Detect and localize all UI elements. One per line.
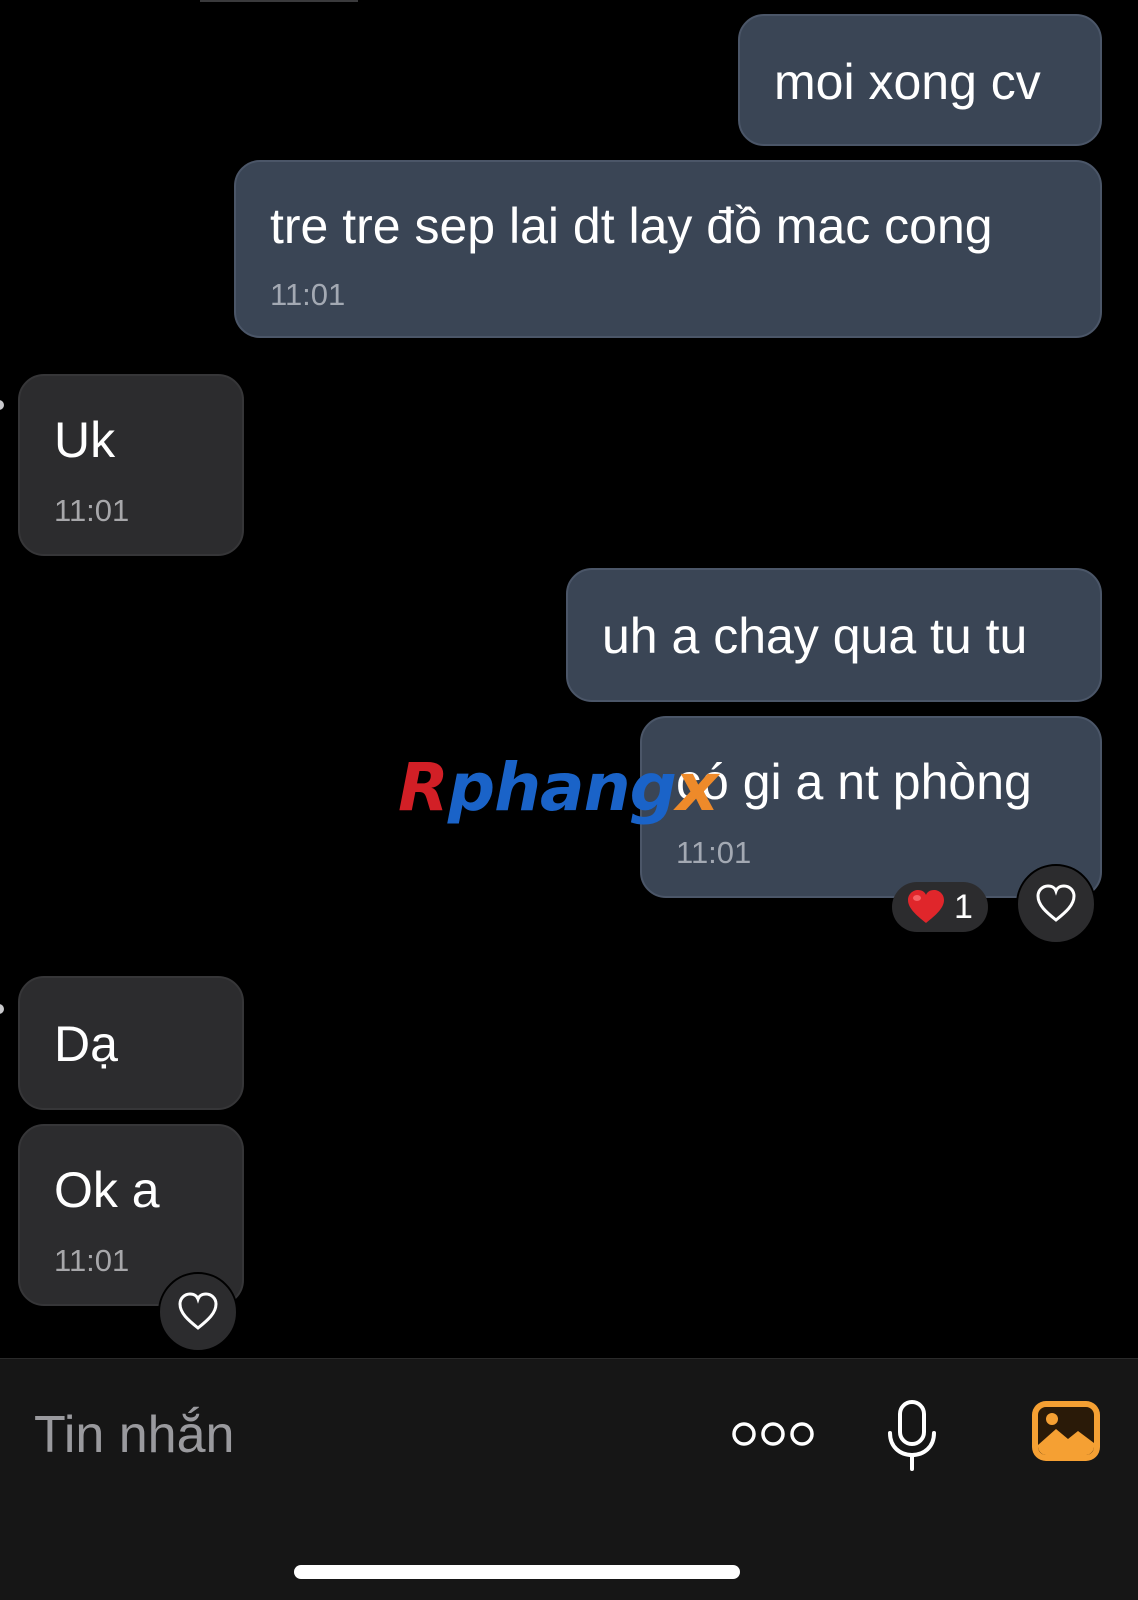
message-bubble-outgoing[interactable]: tre tre sep lai dt lay đồ mac cong 11:01 [234, 160, 1102, 338]
heart-outline-icon [1034, 884, 1078, 924]
photo-icon[interactable] [1030, 1399, 1102, 1463]
message-text: Uk [54, 412, 116, 468]
home-indicator[interactable] [294, 1565, 740, 1579]
message-composer: Tin nhắn [0, 1358, 1138, 1600]
red-heart-icon [906, 889, 946, 925]
heart-outline-icon [176, 1292, 220, 1332]
watermark-part: R [398, 749, 449, 826]
message-reaction-badge[interactable]: 1 [892, 882, 988, 932]
message-bubble-incoming[interactable]: Uk 11:01 [18, 374, 244, 556]
watermark-part: x [675, 749, 719, 826]
message-list[interactable]: moi xong cv tre tre sep lai dt lay đồ ma… [0, 0, 1138, 1358]
watermark-logo: Rphangx [398, 749, 719, 826]
message-bubble-outgoing[interactable]: uh a chay qua tu tu [566, 568, 1102, 702]
message-timestamp: 11:01 [54, 493, 130, 528]
message-text: uh a chay qua tu tu [602, 608, 1028, 664]
message-text: tre tre sep lai dt lay đồ mac cong [270, 198, 993, 254]
message-bubble-incoming[interactable]: Dạ [18, 976, 244, 1110]
watermark-part: phang [447, 749, 677, 826]
message-text: moi xong cv [774, 54, 1041, 110]
avatar-edge-dot [0, 400, 4, 410]
message-timestamp: 11:01 [54, 1243, 130, 1278]
message-text: Dạ [54, 1016, 118, 1072]
react-heart-button[interactable] [1016, 864, 1096, 944]
message-timestamp: 11:01 [676, 835, 752, 870]
message-text: Ok a [54, 1162, 160, 1218]
message-timestamp: 11:01 [270, 277, 346, 312]
message-input[interactable]: Tin nhắn [34, 1405, 234, 1465]
react-heart-button[interactable] [158, 1272, 238, 1352]
message-text: có gi a nt phòng [676, 754, 1032, 810]
microphone-icon[interactable] [884, 1399, 940, 1473]
more-dots-icon[interactable] [732, 1419, 814, 1449]
reaction-count: 1 [954, 888, 973, 926]
message-bubble-outgoing[interactable]: moi xong cv [738, 14, 1102, 146]
avatar-edge-dot [0, 1004, 4, 1014]
